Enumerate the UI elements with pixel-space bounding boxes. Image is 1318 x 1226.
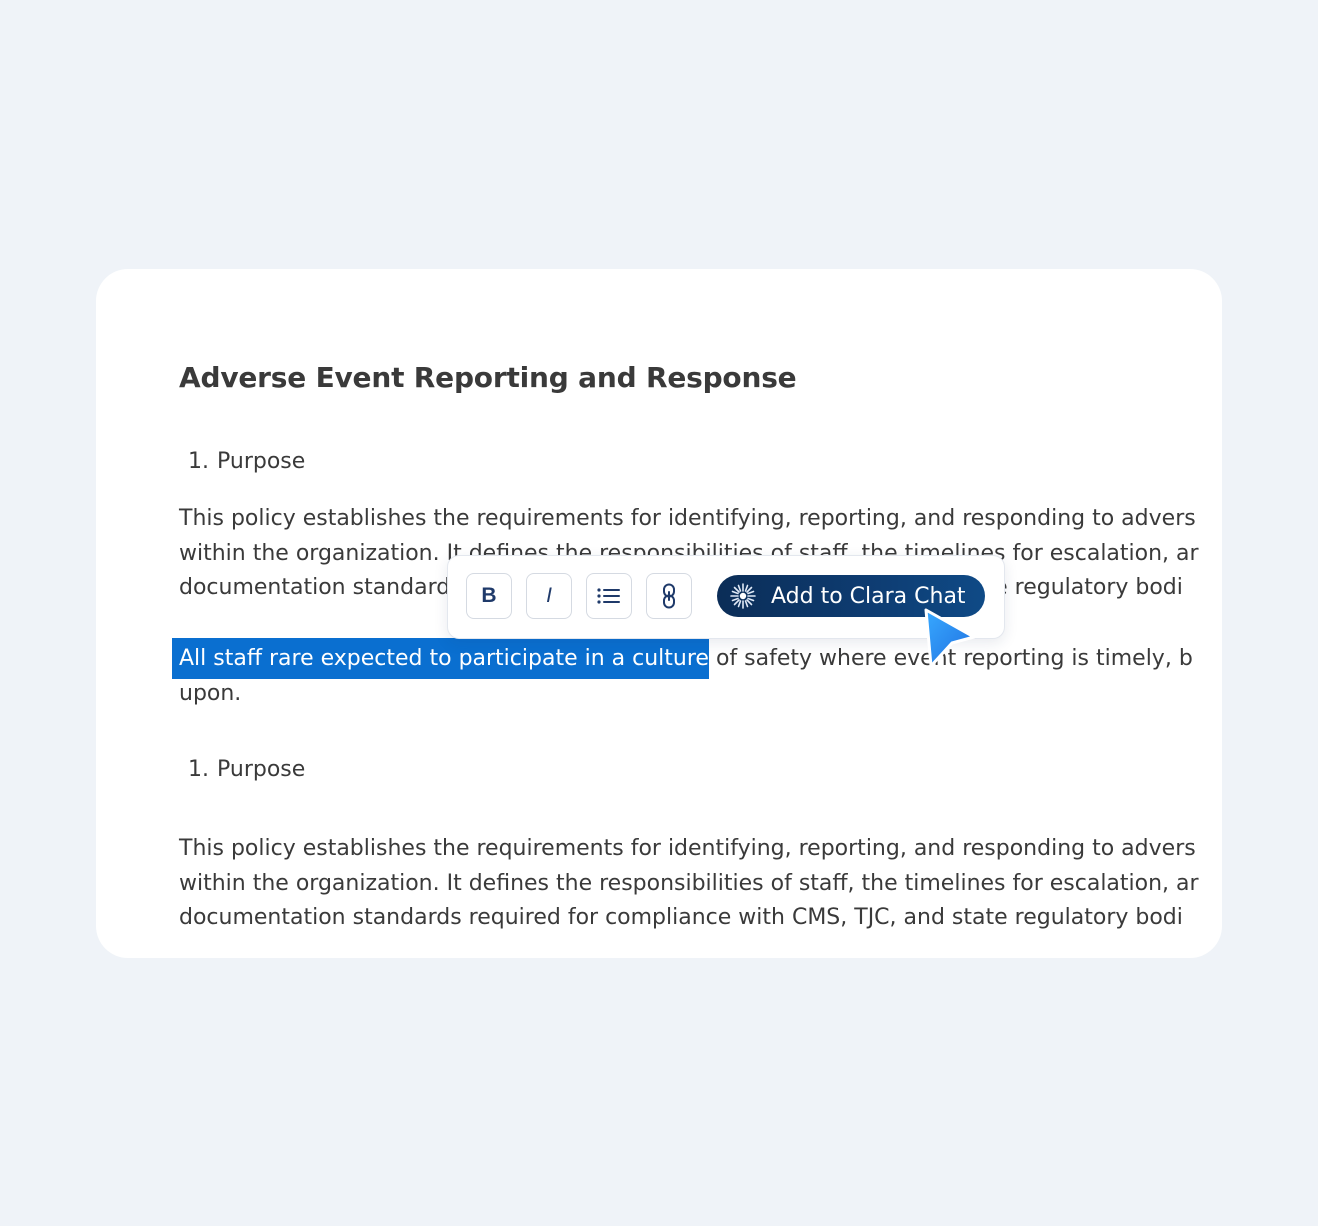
- document-title: Adverse Event Reporting and Response: [179, 361, 797, 394]
- bullet-list-button[interactable]: [586, 573, 632, 619]
- italic-button[interactable]: I: [526, 573, 572, 619]
- section-number: 1.: [188, 757, 209, 782]
- paragraph[interactable]: This policy establishes the requirements…: [179, 832, 1199, 936]
- link-icon: [663, 583, 675, 609]
- section-number: 1.: [188, 449, 209, 474]
- paragraph-with-selection[interactable]: All staff rare expected to participate i…: [172, 638, 1193, 711]
- paragraph-line: documentation standards required for com…: [179, 905, 1183, 930]
- add-to-clara-chat-label: Add to Clara Chat: [771, 583, 966, 609]
- paragraph-line: upon.: [179, 680, 242, 706]
- mouse-pointer-icon: [924, 608, 976, 668]
- bullet-list-icon: [597, 588, 620, 604]
- paragraph-line: within the organization. It defines the …: [179, 870, 1199, 896]
- sparkle-icon: [730, 583, 756, 609]
- section-heading: 1. Purpose: [188, 449, 305, 474]
- section-heading: 1. Purpose: [188, 757, 305, 782]
- link-button[interactable]: [646, 573, 692, 619]
- section-heading-label: Purpose: [217, 757, 306, 782]
- paragraph-line: This policy establishes the requirements…: [179, 506, 1196, 531]
- paragraph-line: This policy establishes the requirements…: [179, 836, 1196, 861]
- selected-text[interactable]: All staff rare expected to participate i…: [172, 638, 709, 679]
- bold-button[interactable]: B: [466, 573, 512, 619]
- section-heading-label: Purpose: [217, 449, 306, 474]
